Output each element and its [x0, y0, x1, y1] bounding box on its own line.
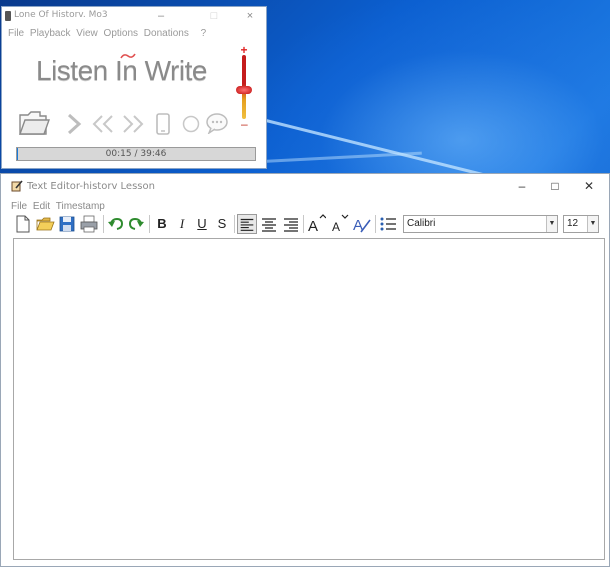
text-editor-window: Text Editor-historv Lesson – □ ✕ File Ed… [0, 173, 610, 567]
underline-button[interactable]: U [192, 214, 212, 234]
chevron-down-icon[interactable]: ▼ [546, 216, 557, 232]
menu-donations[interactable]: Donations [144, 28, 189, 39]
minimize-button[interactable]: – [154, 9, 168, 23]
menu-playback[interactable]: Playback [30, 28, 71, 39]
play-icon[interactable] [66, 113, 82, 135]
close-button[interactable]: ✕ [581, 178, 597, 194]
align-right-icon[interactable] [281, 214, 301, 234]
svg-text:A: A [332, 220, 340, 234]
player-title: Lone Of Historv. Mo3 [14, 10, 108, 20]
toolbar-separator [103, 215, 104, 233]
italic-button[interactable]: I [172, 214, 192, 234]
editor-title: Text Editor-historv Lesson [27, 181, 155, 192]
bullet-list-icon[interactable] [378, 214, 398, 234]
maximize-button[interactable]: □ [207, 9, 221, 23]
align-center-icon[interactable] [259, 214, 279, 234]
chat-icon[interactable] [205, 112, 229, 134]
menu-edit[interactable]: Edit [33, 201, 50, 212]
menu-help[interactable]: ? [201, 28, 207, 39]
fast-forward-icon[interactable] [120, 114, 146, 134]
toolbar-separator [375, 215, 376, 233]
font-family-select[interactable]: Calibri ▼ [403, 215, 558, 233]
menu-timestamp[interactable]: Timestamp [56, 201, 105, 212]
open-folder-icon[interactable] [18, 107, 50, 137]
rewind-icon[interactable] [90, 114, 116, 134]
undo-icon[interactable] [106, 214, 126, 234]
editor-menubar: File Edit Timestamp [11, 201, 108, 212]
chevron-down-icon[interactable]: ▼ [587, 216, 598, 232]
minimize-button[interactable]: – [514, 178, 530, 194]
desktop-wallpaper-glow [240, 0, 610, 200]
app-icon [5, 11, 11, 21]
font-size-value: 12 [567, 218, 579, 229]
font-color-icon[interactable]: A [351, 214, 371, 234]
time-display: 00:15 / 39:46 [105, 149, 167, 159]
editor-app-icon [11, 180, 23, 192]
menu-file[interactable]: File [11, 201, 27, 212]
strikethrough-button[interactable]: S [212, 214, 232, 234]
toolbar-separator [149, 215, 150, 233]
editor-text-area[interactable] [13, 238, 605, 560]
editor-toolbar: B I U S A A A Calibri ▼ 12 ▼ [11, 212, 601, 236]
player-menubar: File Playback View Options Donations ? [8, 28, 209, 39]
menu-options[interactable]: Options [104, 28, 138, 39]
seek-bar[interactable]: 00:15 / 39:46 [16, 147, 256, 161]
app-logo: Listen In Write [36, 55, 207, 86]
decrease-font-size-icon[interactable]: A [329, 214, 349, 234]
font-size-select[interactable]: 12 ▼ [563, 215, 599, 233]
open-folder-icon[interactable] [35, 214, 55, 234]
align-left-icon[interactable] [237, 214, 257, 234]
volume-knob[interactable] [236, 86, 252, 95]
maximize-button[interactable]: □ [547, 178, 563, 194]
toolbar-separator [234, 215, 235, 233]
editor-titlebar[interactable]: Text Editor-historv Lesson – □ ✕ [1, 174, 609, 199]
toolbar-separator [303, 215, 304, 233]
menu-file[interactable]: File [8, 28, 24, 39]
svg-text:A: A [308, 218, 318, 234]
print-icon[interactable] [79, 214, 99, 234]
redo-icon[interactable] [126, 214, 146, 234]
menu-view[interactable]: View [76, 28, 98, 39]
bold-button[interactable]: B [152, 214, 172, 234]
player-titlebar[interactable]: Lone Of Historv. Mo3 – □ × [2, 7, 266, 26]
phone-icon[interactable] [154, 112, 172, 136]
volume-slider[interactable]: + – [236, 43, 252, 131]
save-icon[interactable] [57, 214, 77, 234]
increase-font-size-icon[interactable]: A [306, 214, 326, 234]
volume-down-label: – [241, 117, 248, 131]
player-controls [14, 107, 234, 139]
font-family-value: Calibri [407, 218, 436, 229]
stop-icon[interactable] [182, 115, 200, 133]
close-button[interactable]: × [243, 9, 257, 23]
new-document-icon[interactable] [13, 214, 33, 234]
player-window: Lone Of Historv. Mo3 – □ × File Playback… [1, 6, 267, 169]
